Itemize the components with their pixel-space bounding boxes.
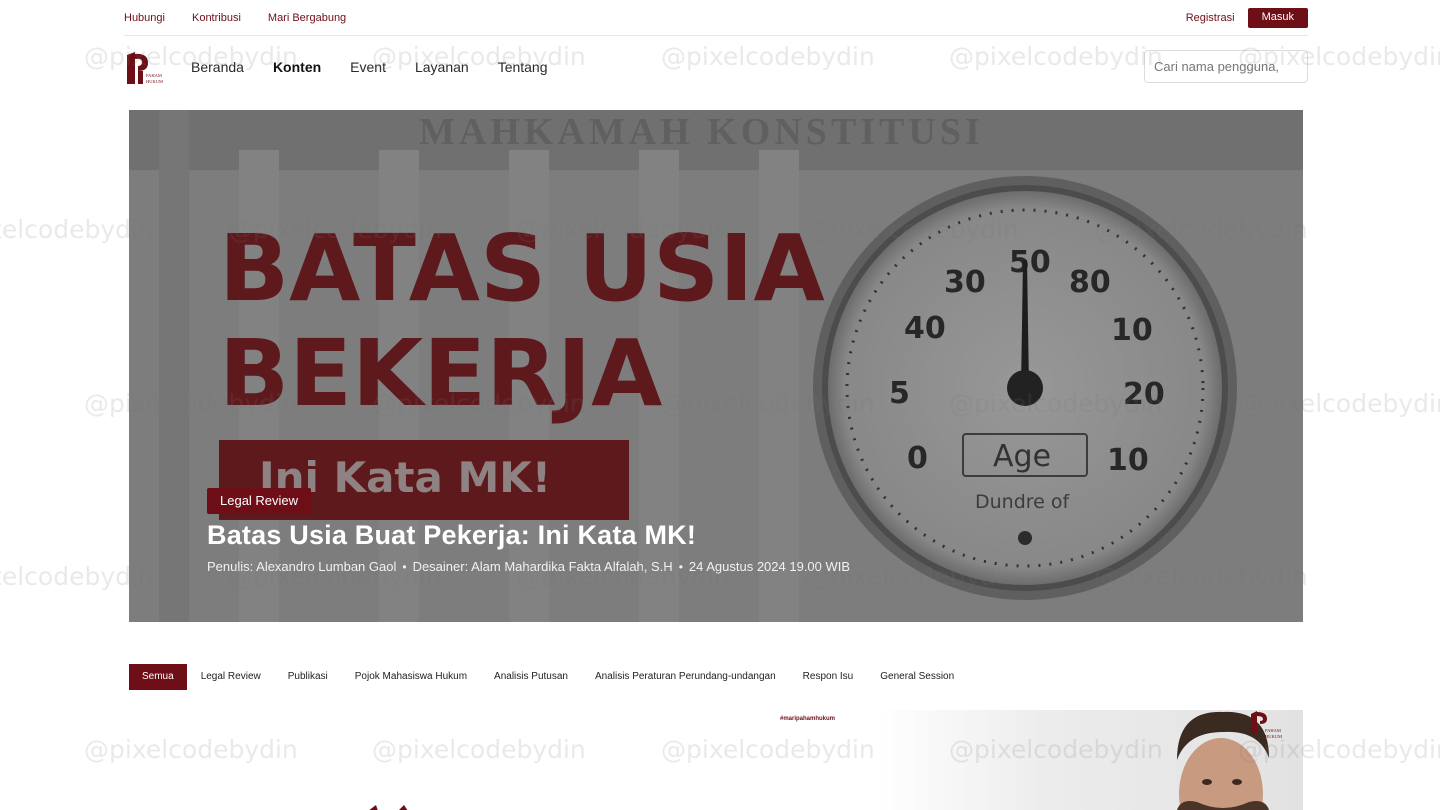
auth-links: Registrasi Masuk <box>1186 8 1308 28</box>
logo-text-top: PAHAM <box>146 73 162 78</box>
card-logo-text-top: PAHAM <box>1265 728 1281 733</box>
tab-semua[interactable]: Semua <box>129 664 187 690</box>
contribute-link[interactable]: Kontribusi <box>192 12 241 24</box>
watermark-text: @pixelcodebydin <box>661 735 875 764</box>
designer-text: Desainer: Alam Mahardika Fakta Alfalah, … <box>412 559 673 574</box>
category-tabs: Semua Legal Review Publikasi Pojok Mahas… <box>129 664 968 690</box>
tab-general-session[interactable]: General Session <box>867 664 967 690</box>
author-text: Penulis: Alexandro Lumban Gaol <box>207 559 397 574</box>
tab-analisis-peraturan[interactable]: Analisis Peraturan Perundang-undangan <box>582 664 789 690</box>
content-card-image[interactable]: PAHAM HUKUM <box>877 710 1303 810</box>
separator-dot: • <box>678 559 683 574</box>
card-logo-partial <box>369 805 408 810</box>
hero-title[interactable]: Batas Usia Buat Pekerja: Ini Kata MK! <box>207 520 850 551</box>
tab-publikasi[interactable]: Publikasi <box>275 664 341 690</box>
join-link[interactable]: Mari Bergabung <box>268 12 346 24</box>
date-text: 24 Agustus 2024 19.00 WIB <box>688 559 851 574</box>
nav-links: Beranda Konten Event Layanan Tentang <box>191 59 548 75</box>
card-logo-text-bottom: HUKUM <box>1265 734 1282 739</box>
nav-tentang[interactable]: Tentang <box>498 59 548 75</box>
nav-beranda[interactable]: Beranda <box>191 59 244 75</box>
user-search-input[interactable] <box>1144 50 1308 83</box>
watermark-text: @pixelcodebydin <box>372 735 586 764</box>
register-link[interactable]: Registrasi <box>1186 12 1235 24</box>
category-badge[interactable]: Legal Review <box>207 488 312 514</box>
nav-konten[interactable]: Konten <box>273 59 321 75</box>
hero-caption: Legal Review Batas Usia Buat Pekerja: In… <box>207 488 850 574</box>
login-button[interactable]: Masuk <box>1247 8 1308 28</box>
person-portrait: PAHAM HUKUM <box>1177 711 1282 810</box>
tab-pojok-mahasiswa-hukum[interactable]: Pojok Mahasiswa Hukum <box>342 664 480 690</box>
watermark-text: @pixelcodebydin <box>84 735 298 764</box>
logo-text-bottom: HUKUM <box>146 79 163 84</box>
nav-layanan[interactable]: Layanan <box>415 59 469 75</box>
card-tagline: #maripahamhukum <box>780 716 836 722</box>
tab-analisis-putusan[interactable]: Analisis Putusan <box>481 664 581 690</box>
brand-logo[interactable]: PAHAM HUKUM <box>126 51 170 85</box>
nav-event[interactable]: Event <box>350 59 386 75</box>
top-utility-bar: Hubungi Kontribusi Mari Bergabung Regist… <box>124 0 1308 36</box>
hero-meta: Penulis: Alexandro Lumban Gaol • Desaine… <box>207 559 850 574</box>
separator-dot: • <box>402 559 407 574</box>
tab-respon-isu[interactable]: Respon Isu <box>790 664 867 690</box>
top-links: Hubungi Kontribusi Mari Bergabung <box>124 12 346 24</box>
main-nav: PAHAM HUKUM Beranda Konten Event Layanan… <box>124 36 1308 102</box>
tab-legal-review[interactable]: Legal Review <box>188 664 274 690</box>
hero-banner[interactable]: MAHKAMAH KONSTITUSI BATAS USIA BEKERJA I… <box>129 110 1303 622</box>
contact-link[interactable]: Hubungi <box>124 12 165 24</box>
